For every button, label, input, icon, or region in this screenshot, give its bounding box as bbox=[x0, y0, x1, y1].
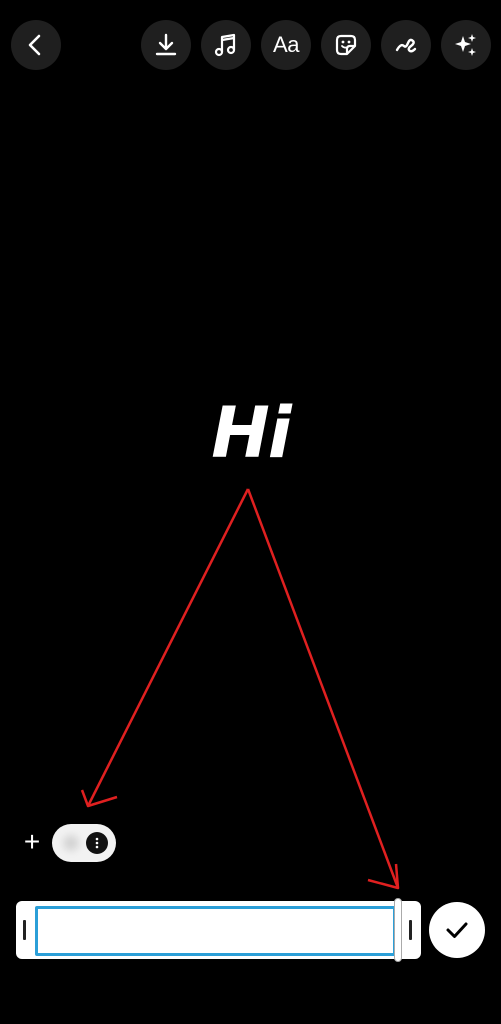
download-button[interactable] bbox=[141, 20, 191, 70]
text-button[interactable]: Aa bbox=[261, 20, 311, 70]
chevron-left-icon bbox=[28, 34, 41, 56]
done-button[interactable] bbox=[429, 902, 485, 958]
clip-pill[interactable] bbox=[52, 824, 116, 862]
text-icon: Aa bbox=[273, 32, 299, 57]
story-text[interactable]: Hi bbox=[0, 398, 501, 468]
effects-button[interactable] bbox=[441, 20, 491, 70]
add-clip-button[interactable]: + bbox=[20, 828, 44, 856]
trim-end-handle[interactable] bbox=[409, 920, 412, 940]
checkmark-icon bbox=[446, 922, 468, 938]
effects-icon bbox=[455, 34, 476, 56]
clip-options-button[interactable] bbox=[86, 832, 108, 854]
more-vertical-icon bbox=[95, 837, 99, 849]
trim-timeline bbox=[16, 898, 421, 962]
draw-button[interactable] bbox=[381, 20, 431, 70]
draw-icon bbox=[395, 38, 417, 53]
music-icon bbox=[214, 33, 236, 57]
sticker-button[interactable] bbox=[321, 20, 371, 70]
arrow-to-playhead bbox=[246, 488, 400, 890]
playhead[interactable] bbox=[394, 898, 402, 962]
clip-thumbnail bbox=[60, 832, 82, 854]
sticker-icon bbox=[335, 34, 357, 56]
trim-selection[interactable] bbox=[35, 906, 396, 956]
download-icon bbox=[155, 33, 177, 56]
arrow-to-clip bbox=[80, 488, 250, 808]
back-button[interactable] bbox=[11, 20, 61, 70]
trim-start-handle[interactable] bbox=[23, 920, 26, 940]
music-button[interactable] bbox=[201, 20, 251, 70]
annotation-arrows bbox=[80, 488, 400, 890]
